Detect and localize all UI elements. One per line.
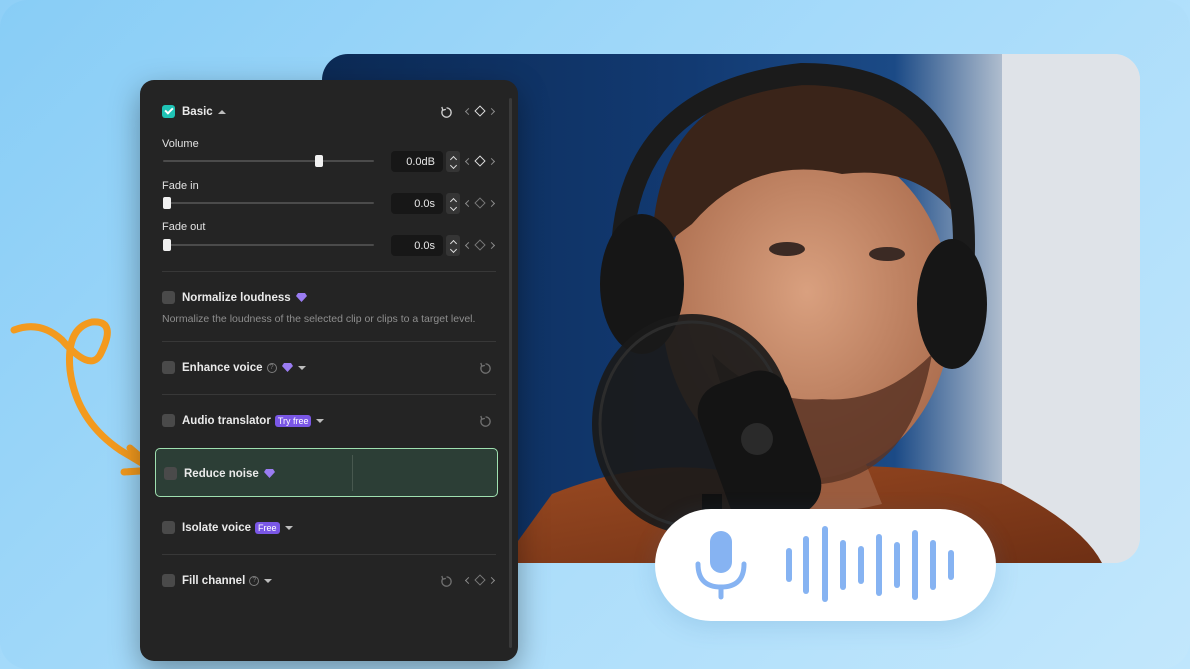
fill-channel-checkbox[interactable] — [162, 574, 175, 587]
reduce-noise-checkbox[interactable] — [164, 467, 177, 480]
normalize-description: Normalize the loudness of the selected c… — [162, 313, 475, 325]
chevron-left-icon[interactable] — [465, 157, 472, 164]
normalize-loudness-row[interactable]: Normalize loudness — [162, 291, 496, 304]
chevron-right-icon[interactable] — [488, 241, 495, 248]
caret-down-icon[interactable] — [264, 579, 272, 583]
keyframe-icon[interactable] — [474, 197, 485, 208]
reduce-noise-label: Reduce noise — [184, 468, 259, 480]
reduce-noise-row-highlighted[interactable]: Reduce noise — [155, 448, 498, 497]
keyframe-icon[interactable] — [474, 239, 485, 250]
fade-in-slider-knob[interactable] — [163, 197, 171, 209]
chevron-right-icon[interactable] — [488, 107, 495, 114]
scrollbar[interactable] — [509, 98, 512, 648]
caret-up-icon[interactable] — [218, 110, 226, 114]
pill-graphics — [655, 509, 996, 621]
chevron-left-icon[interactable] — [465, 576, 472, 583]
fill-channel-label: Fill channel — [182, 575, 245, 587]
waveform-icon — [789, 529, 951, 599]
normalize-label: Normalize loudness — [182, 292, 291, 304]
premium-gem-icon — [296, 293, 307, 302]
divider — [162, 271, 496, 272]
isolate-voice-row[interactable]: Isolate voice Free — [162, 521, 496, 534]
divider — [162, 394, 496, 395]
volume-value-field[interactable]: 0.0dB — [391, 151, 443, 172]
volume-label: Volume — [162, 138, 199, 150]
free-badge: Free — [255, 522, 280, 534]
try-free-badge: Try free — [275, 415, 312, 427]
chevron-right-icon[interactable] — [488, 576, 495, 583]
fade-out-slider-track[interactable] — [163, 244, 374, 246]
volume-stepper[interactable] — [446, 151, 460, 172]
keyframe-icon[interactable] — [474, 574, 485, 585]
caret-down-icon[interactable] — [298, 366, 306, 370]
reset-icon[interactable] — [479, 415, 492, 428]
isolate-voice-checkbox[interactable] — [162, 521, 175, 534]
basic-keyframe-controls — [466, 107, 494, 115]
normalize-checkbox[interactable] — [162, 291, 175, 304]
reduce-noise-content: Reduce noise — [164, 467, 275, 480]
premium-gem-icon — [264, 469, 275, 478]
fade-in-keyframe-controls — [466, 199, 494, 207]
audio-translator-checkbox[interactable] — [162, 414, 175, 427]
help-icon[interactable]: ? — [267, 363, 277, 373]
normalize-description-row: Normalize the loudness of the selected c… — [162, 313, 496, 325]
isolate-voice-label: Isolate voice — [182, 522, 251, 534]
fade-out-stepper[interactable] — [446, 235, 460, 256]
caret-down-icon[interactable] — [316, 419, 324, 423]
volume-slider-track[interactable] — [163, 160, 374, 162]
reset-icon[interactable] — [440, 106, 453, 119]
audio-translator-label: Audio translator — [182, 415, 271, 427]
keyframe-icon[interactable] — [474, 105, 485, 116]
audio-settings-panel: Basic Volume 0.0dB Fade in — [140, 80, 518, 661]
audio-translator-row[interactable]: Audio translator Try free — [162, 414, 496, 427]
reset-icon[interactable] — [440, 575, 453, 588]
volume-keyframe-controls — [466, 157, 494, 165]
enhance-voice-row[interactable]: Enhance voice ? — [162, 361, 496, 374]
fill-channel-keyframe-controls — [466, 576, 494, 584]
volume-slider-knob[interactable] — [315, 155, 323, 167]
background: Basic Volume 0.0dB Fade in — [0, 0, 1190, 669]
fade-out-label: Fade out — [162, 221, 205, 233]
premium-gem-icon — [282, 363, 293, 372]
divider — [352, 455, 353, 491]
divider — [162, 341, 496, 342]
fade-out-value-field[interactable]: 0.0s — [391, 235, 443, 256]
enhance-voice-label: Enhance voice — [182, 362, 263, 374]
basic-label: Basic — [182, 106, 213, 118]
chevron-left-icon[interactable] — [465, 199, 472, 206]
reset-icon[interactable] — [479, 362, 492, 375]
microphone-icon — [698, 531, 744, 597]
fade-in-row: Fade in — [162, 180, 496, 192]
fade-in-label: Fade in — [162, 180, 199, 192]
chevron-left-icon[interactable] — [465, 241, 472, 248]
help-icon[interactable]: ? — [249, 576, 259, 586]
fade-in-value-field[interactable]: 0.0s — [391, 193, 443, 214]
fade-out-slider-knob[interactable] — [163, 239, 171, 251]
caret-down-icon[interactable] — [285, 526, 293, 530]
enhance-voice-checkbox[interactable] — [162, 361, 175, 374]
divider — [162, 554, 496, 555]
volume-row: Volume — [162, 138, 496, 150]
keyframe-icon[interactable] — [474, 155, 485, 166]
basic-checkbox[interactable] — [162, 105, 175, 118]
fade-in-stepper[interactable] — [446, 193, 460, 214]
chevron-left-icon[interactable] — [465, 107, 472, 114]
fade-out-row: Fade out — [162, 221, 496, 233]
chevron-right-icon[interactable] — [488, 199, 495, 206]
chevron-right-icon[interactable] — [488, 157, 495, 164]
audio-waveform-pill — [655, 509, 996, 621]
fade-out-keyframe-controls — [466, 241, 494, 249]
fade-in-slider-track[interactable] — [163, 202, 374, 204]
